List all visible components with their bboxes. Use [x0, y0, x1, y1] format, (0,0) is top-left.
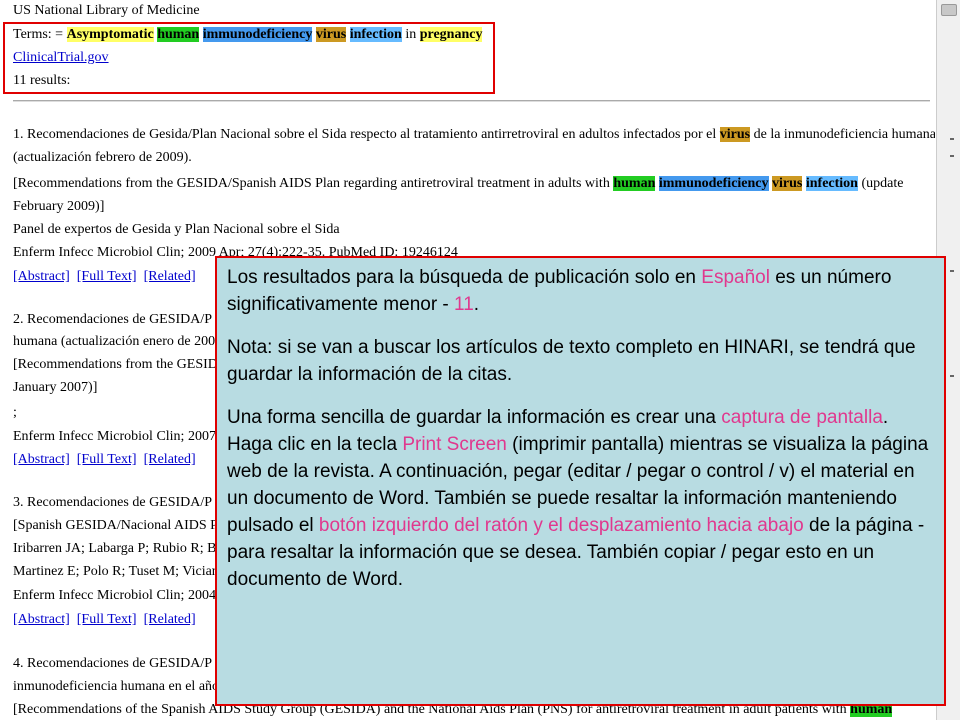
result-2-english-title: [Recommendations from the GESID: [13, 357, 218, 372]
result-1-authors: Panel de expertos de Gesida y Plan Nacio…: [13, 222, 340, 237]
highlight-frame: [3, 22, 495, 94]
scrollbar-thumb[interactable]: [941, 4, 957, 16]
result-2-title: 2. Recomendaciones de GESIDA/P: [13, 312, 213, 327]
result-2-authors: ;: [13, 405, 17, 420]
result-3-english-title: [Spanish GESIDA/Nacional AIDS P: [13, 518, 218, 533]
scroll-marker: [950, 270, 954, 272]
abstract-link[interactable]: [Abstract]: [13, 612, 70, 627]
result-1-title-cont: (actualización febrero de 2009).: [13, 150, 192, 165]
result-2-links: [Abstract] [Full Text] [Related]: [13, 451, 196, 469]
result-2-english-title-cont: January 2007)]: [13, 380, 98, 395]
result-3-citation: Enferm Infecc Microbiol Clin; 2004: [13, 588, 216, 603]
related-link[interactable]: [Related]: [144, 612, 196, 627]
abstract-link[interactable]: [Abstract]: [13, 269, 70, 284]
result-4-title-cont: inmunodeficiencia humana en el año: [13, 679, 220, 694]
scroll-marker: [950, 138, 954, 140]
related-link[interactable]: [Related]: [144, 452, 196, 467]
callout-paragraph-2: Nota: si se van a buscar los artículos d…: [227, 337, 916, 385]
result-1-title: 1. Recomendaciones de Gesida/Plan Nacion…: [13, 127, 935, 142]
scroll-marker: [950, 375, 954, 377]
scroll-marker: [950, 155, 954, 157]
full-text-link[interactable]: [Full Text]: [77, 452, 137, 467]
result-1-english-title-cont: February 2009)]: [13, 199, 105, 214]
callout-paragraph-3: Una forma sencilla de guardar la informa…: [227, 407, 929, 590]
result-4-title: 4. Recomendaciones de GESIDA/P: [13, 656, 213, 671]
result-3-title: 3. Recomendaciones de GESIDA/P: [13, 495, 213, 510]
callout-paragraph-1: Los resultados para la búsqueda de publi…: [227, 267, 892, 315]
result-3-authors: Iribarren JA; Labarga P; Rubio R; B: [13, 541, 217, 556]
result-2-title-cont: humana (actualización enero de 2007: [13, 334, 223, 349]
result-1-links: [Abstract] [Full Text] [Related]: [13, 268, 196, 286]
result-3-authors-cont: Martinez E; Polo R; Tuset M; Vician: [13, 564, 219, 579]
related-link[interactable]: [Related]: [144, 269, 196, 284]
full-text-link[interactable]: [Full Text]: [77, 269, 137, 284]
abstract-link[interactable]: [Abstract]: [13, 452, 70, 467]
result-2-citation: Enferm Infecc Microbiol Clin; 2007: [13, 429, 216, 444]
result-1-english-title: [Recommendations from the GESIDA/Spanish…: [13, 176, 904, 191]
result-3-links: [Abstract] [Full Text] [Related]: [13, 611, 196, 629]
divider: [13, 100, 930, 101]
instruction-callout: Los resultados para la búsqueda de publi…: [215, 256, 946, 706]
full-text-link[interactable]: [Full Text]: [77, 612, 137, 627]
library-name: US National Library of Medicine: [13, 3, 200, 18]
